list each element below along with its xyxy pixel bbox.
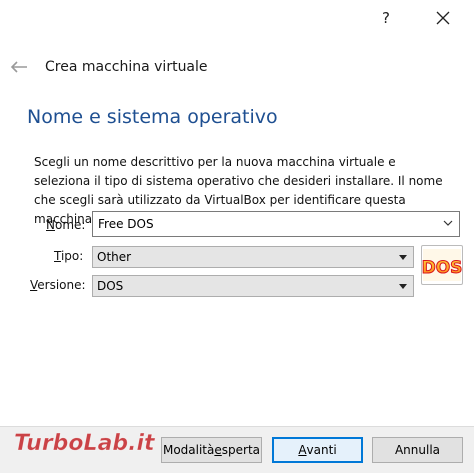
close-button[interactable]	[420, 4, 466, 32]
arrow-left-icon	[10, 61, 27, 73]
back-button[interactable]	[8, 58, 30, 76]
version-label: Versione:	[30, 278, 86, 292]
page-heading: Nome e sistema operativo	[27, 106, 278, 128]
name-value: Free DOS	[98, 217, 154, 231]
os-type-icon: DOS	[421, 245, 463, 285]
name-label: Nome:	[46, 218, 86, 232]
close-icon	[436, 11, 450, 25]
dropdown-arrow-icon	[399, 255, 407, 260]
chevron-down-icon	[443, 220, 453, 226]
version-select[interactable]: DOS	[92, 275, 414, 297]
button-bar: Modalità e sperta Avanti Annulla	[0, 426, 474, 473]
type-select[interactable]: Other	[92, 246, 414, 268]
cancel-button[interactable]: Annulla	[372, 437, 463, 463]
version-value: DOS	[97, 279, 124, 293]
help-button[interactable]: ?	[366, 4, 406, 32]
type-label: Tipo:	[54, 249, 84, 263]
dropdown-arrow-icon	[399, 284, 407, 289]
type-value: Other	[97, 250, 132, 264]
expert-mode-button[interactable]: Modalità e sperta	[161, 437, 262, 463]
wizard-title: Crea macchina virtuale	[45, 59, 208, 75]
os-icon-label: DOS	[422, 258, 462, 278]
title-bar: ?	[0, 0, 474, 36]
next-button[interactable]: Avanti	[272, 437, 363, 463]
wizard-page: Crea macchina virtuale Nome e sistema op…	[0, 36, 474, 426]
name-combobox[interactable]: Free DOS	[92, 211, 460, 237]
